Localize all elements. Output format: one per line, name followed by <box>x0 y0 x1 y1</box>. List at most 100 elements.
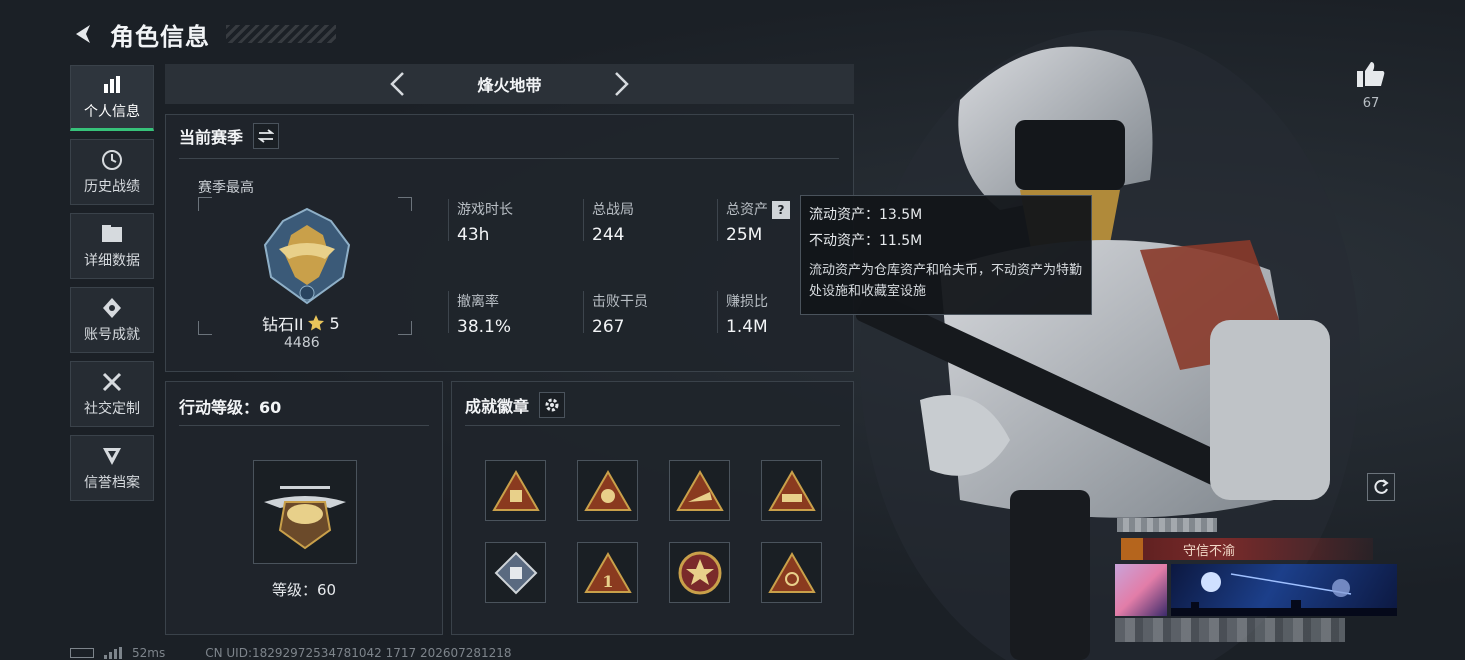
stat-kills: 击败干员 267 <box>583 291 648 337</box>
season-title: 当前赛季 <box>179 128 244 147</box>
stat-value: 244 <box>592 225 625 245</box>
star-icon <box>308 315 325 331</box>
sidebar-item-history[interactable]: 历史战绩 <box>70 139 154 205</box>
season-panel: 当前赛季 赛季最高 钻石II 5 4486 游戏时长 43h 总战局 244 总… <box>165 114 854 372</box>
chevron-left-icon <box>390 72 404 96</box>
chevron-right-icon <box>615 72 629 96</box>
help-icon[interactable]: ? <box>772 201 790 219</box>
stat-label: 总资产? <box>726 199 790 219</box>
helicopter-badge-icon <box>264 486 346 550</box>
mode-name: 烽火地带 <box>477 76 542 95</box>
achievement-badge[interactable] <box>577 460 638 521</box>
refresh-button[interactable] <box>1367 473 1395 501</box>
season-switch-button[interactable] <box>253 123 280 149</box>
stat-value: 267 <box>592 317 625 337</box>
avatar <box>1115 564 1167 616</box>
stat-extract-rate: 撤离率 38.1% <box>448 291 511 337</box>
stat-label: 撤离率 <box>457 294 499 310</box>
triangle-badge-icon <box>583 469 632 511</box>
level-title: 行动等级：60 <box>179 398 282 417</box>
uid-text: CN UID:18292972534781042 1717 2026072812… <box>205 646 512 660</box>
achievement-badge[interactable] <box>761 460 822 521</box>
thumbs-up-icon <box>1357 62 1385 87</box>
badge-settings-button[interactable] <box>539 392 566 418</box>
rank-name-text: 钻石II <box>262 315 304 334</box>
back-arrow-icon <box>76 25 90 43</box>
reputation-tag-text: 守信不渝 <box>1183 543 1236 559</box>
history-icon <box>100 148 124 172</box>
season-header: 当前赛季 <box>179 123 280 149</box>
stat-label: 击败干员 <box>592 294 648 310</box>
divider <box>179 158 839 159</box>
divider <box>465 425 840 426</box>
badge-header: 成就徽章 <box>465 392 566 418</box>
rank-emblem-icon <box>263 207 351 305</box>
bar-chart-icon <box>100 73 124 97</box>
assets-tooltip: 流动资产：13.5M 不动资产：11.5M 流动资产为仓库资产和哈夫币，不动资产… <box>800 195 1092 315</box>
battery-icon <box>70 648 94 658</box>
achievement-badge[interactable] <box>485 542 546 603</box>
triangle-badge-icon <box>675 469 724 511</box>
rank-score: 4486 <box>284 335 320 351</box>
triangle-badge-icon: 1 <box>583 551 632 593</box>
triangle-badge-icon <box>767 469 816 511</box>
status-footer: 52ms CN UID:18292972534781042 1717 20260… <box>70 646 512 660</box>
like-button[interactable]: 67 <box>1352 60 1390 111</box>
night-sky-banner <box>1171 572 1397 616</box>
sidebar-item-personal-info[interactable]: 个人信息 <box>70 65 154 131</box>
svg-text:1: 1 <box>602 572 613 591</box>
sidebar-item-label: 账号成就 <box>84 327 140 343</box>
badge-grid: 1 <box>485 460 822 603</box>
triangle-badge-icon <box>767 551 816 593</box>
tooltip-description: 流动资产为仓库资产和哈夫币，不动资产为特勤处设施和收藏室设施 <box>809 263 1083 299</box>
diamond-badge-icon <box>494 551 537 594</box>
sidebar-item-social[interactable]: 社交定制 <box>70 361 154 427</box>
level-panel: 行动等级：60 等级：60 <box>165 381 443 635</box>
player-card[interactable]: 守信不渝 <box>1115 518 1397 618</box>
level-header: 行动等级：60 <box>179 394 281 418</box>
sidebar-item-label: 社交定制 <box>84 401 140 417</box>
tools-icon <box>100 370 124 394</box>
back-button[interactable] <box>70 20 98 48</box>
header: 角色信息 <box>70 14 336 54</box>
achievement-badge[interactable]: 1 <box>577 542 638 603</box>
sidebar-item-detail-data[interactable]: 详细数据 <box>70 213 154 279</box>
rank-stars: 5 <box>329 313 340 333</box>
badge-panel: 成就徽章 1 <box>451 381 854 635</box>
level-text: 等级：60 <box>272 581 337 599</box>
reputation-tag: 守信不渝 <box>1121 538 1373 560</box>
gear-icon <box>545 398 559 412</box>
stat-value: 1.4M <box>726 317 768 337</box>
tooltip-fixed-assets: 不动资产：11.5M <box>809 233 923 249</box>
stat-value: 25M <box>726 225 763 245</box>
sidebar-item-label: 信誉档案 <box>84 475 140 491</box>
achievement-badge[interactable] <box>485 460 546 521</box>
mode-next-button[interactable] <box>608 70 636 98</box>
mode-prev-button[interactable] <box>383 70 411 98</box>
profile-banner <box>1171 564 1397 616</box>
swap-icon <box>258 129 275 143</box>
blurred-info <box>1115 618 1345 642</box>
stat-label: 赚损比 <box>726 294 768 310</box>
badge-title: 成就徽章 <box>465 397 530 416</box>
achievement-badge[interactable] <box>669 460 730 521</box>
page-title: 角色信息 <box>110 22 210 51</box>
ping-value: 52ms <box>132 646 166 660</box>
season-best-label: 赛季最高 <box>198 180 254 196</box>
stat-label: 总战局 <box>592 202 634 218</box>
sidebar-item-label: 个人信息 <box>84 104 140 120</box>
sidebar-item-reputation[interactable]: 信誉档案 <box>70 435 154 501</box>
triangle-badge-icon <box>491 469 540 511</box>
achievement-badge[interactable] <box>669 542 730 603</box>
sidebar-item-achievements[interactable]: 账号成就 <box>70 287 154 353</box>
sidebar-item-label: 详细数据 <box>84 253 140 269</box>
shield-icon <box>100 444 124 468</box>
stat-value: 43h <box>457 225 490 245</box>
sidebar-item-label: 历史战绩 <box>84 179 140 195</box>
title-decoration <box>226 25 336 43</box>
stat-total-matches: 总战局 244 <box>583 199 634 245</box>
achievement-badge[interactable] <box>761 542 822 603</box>
scale-icon <box>1121 538 1143 560</box>
sidebar: 个人信息 历史战绩 详细数据 账号成就 社交定制 信誉档案 <box>70 65 154 501</box>
stat-profit-ratio: 赚损比 1.4M <box>717 291 768 337</box>
